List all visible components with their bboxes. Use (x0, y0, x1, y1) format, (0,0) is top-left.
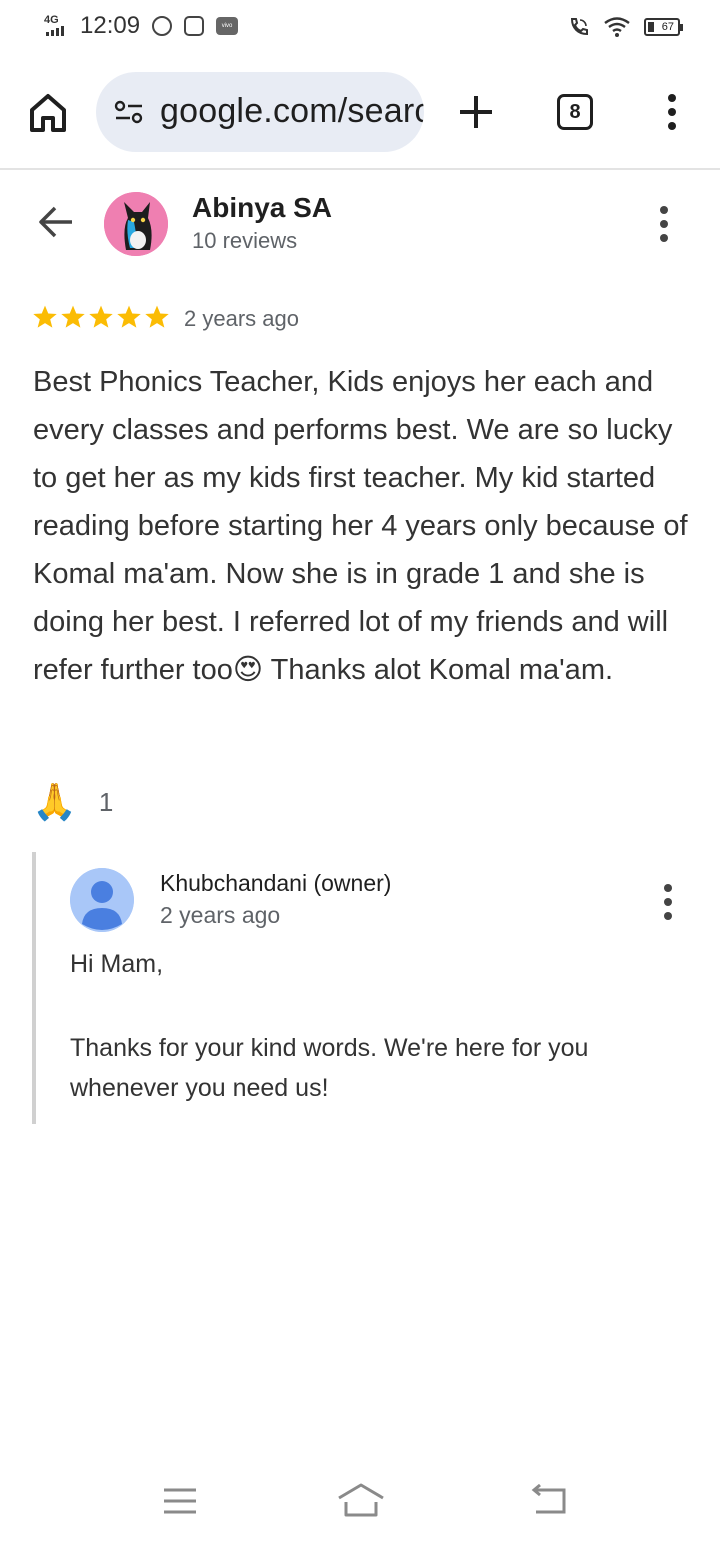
system-nav-bar (0, 1460, 720, 1544)
more-vert-icon[interactable] (660, 92, 684, 132)
reply-greeting: Hi Mam, (70, 950, 164, 978)
url-bar[interactable]: google.com/search (96, 72, 424, 152)
new-tab-icon[interactable] (458, 94, 494, 130)
nav-back-icon[interactable] (530, 1484, 570, 1516)
back-arrow-icon[interactable] (38, 204, 74, 240)
reply-body: Thanks for your kind words. We're here f… (70, 1034, 589, 1102)
home-icon[interactable] (28, 90, 68, 134)
nav-home-icon[interactable] (336, 1482, 386, 1518)
star-icon (145, 305, 169, 328)
whatsapp-icon (152, 16, 173, 36)
status-bar: 4G 12:09 vivo 67 (0, 0, 720, 58)
vivo-icon: vivo (216, 17, 239, 35)
tab-switcher-button[interactable]: 8 (557, 94, 593, 130)
review-text: Best Phonics Teacher, Kids enjoys her ea… (33, 366, 688, 686)
cat-avatar-image (104, 192, 168, 256)
signal-icon: 4G (40, 12, 76, 40)
review-date: 2 years ago (184, 306, 299, 331)
reply-more-options-icon[interactable] (656, 882, 680, 922)
star-icon (89, 305, 113, 328)
owner-name: Khubchandani (owner) (160, 870, 392, 896)
reviewer-review-count: 10 reviews (192, 228, 298, 253)
owner-reply: Khubchandani (owner) 2 years ago Hi Mam,… (32, 852, 692, 1124)
battery-icon: 67 (644, 18, 683, 36)
instagram-icon (184, 16, 205, 36)
review-more-options-icon[interactable] (652, 204, 676, 244)
wifi-icon (604, 17, 630, 37)
battery-level: 67 (661, 21, 674, 33)
wifi-call-icon (570, 18, 588, 36)
browser-toolbar: google.com/search 8 (0, 58, 720, 170)
person-icon (70, 868, 134, 932)
star-icon (33, 305, 57, 328)
reviewer-avatar[interactable] (104, 192, 168, 256)
reaction-button[interactable]: 🙏 1 (32, 780, 113, 824)
reaction-count: 1 (98, 786, 114, 817)
status-right: 67 (568, 16, 683, 38)
status-time: 12:09 (80, 12, 141, 39)
owner-avatar (70, 868, 134, 932)
star-rating (32, 304, 170, 330)
recent-apps-icon[interactable] (162, 1486, 198, 1516)
reply-date: 2 years ago (160, 902, 281, 928)
network-type: 4G (44, 14, 59, 26)
site-settings-icon[interactable] (114, 100, 144, 124)
status-left: 4G 12:09 vivo (40, 12, 239, 40)
url-text[interactable]: google.com/search (160, 92, 424, 131)
pray-icon: 🙏 (32, 781, 77, 822)
star-icon (117, 305, 141, 328)
reviewer-name[interactable]: Abinya SA (192, 192, 332, 224)
star-icon (61, 305, 85, 328)
